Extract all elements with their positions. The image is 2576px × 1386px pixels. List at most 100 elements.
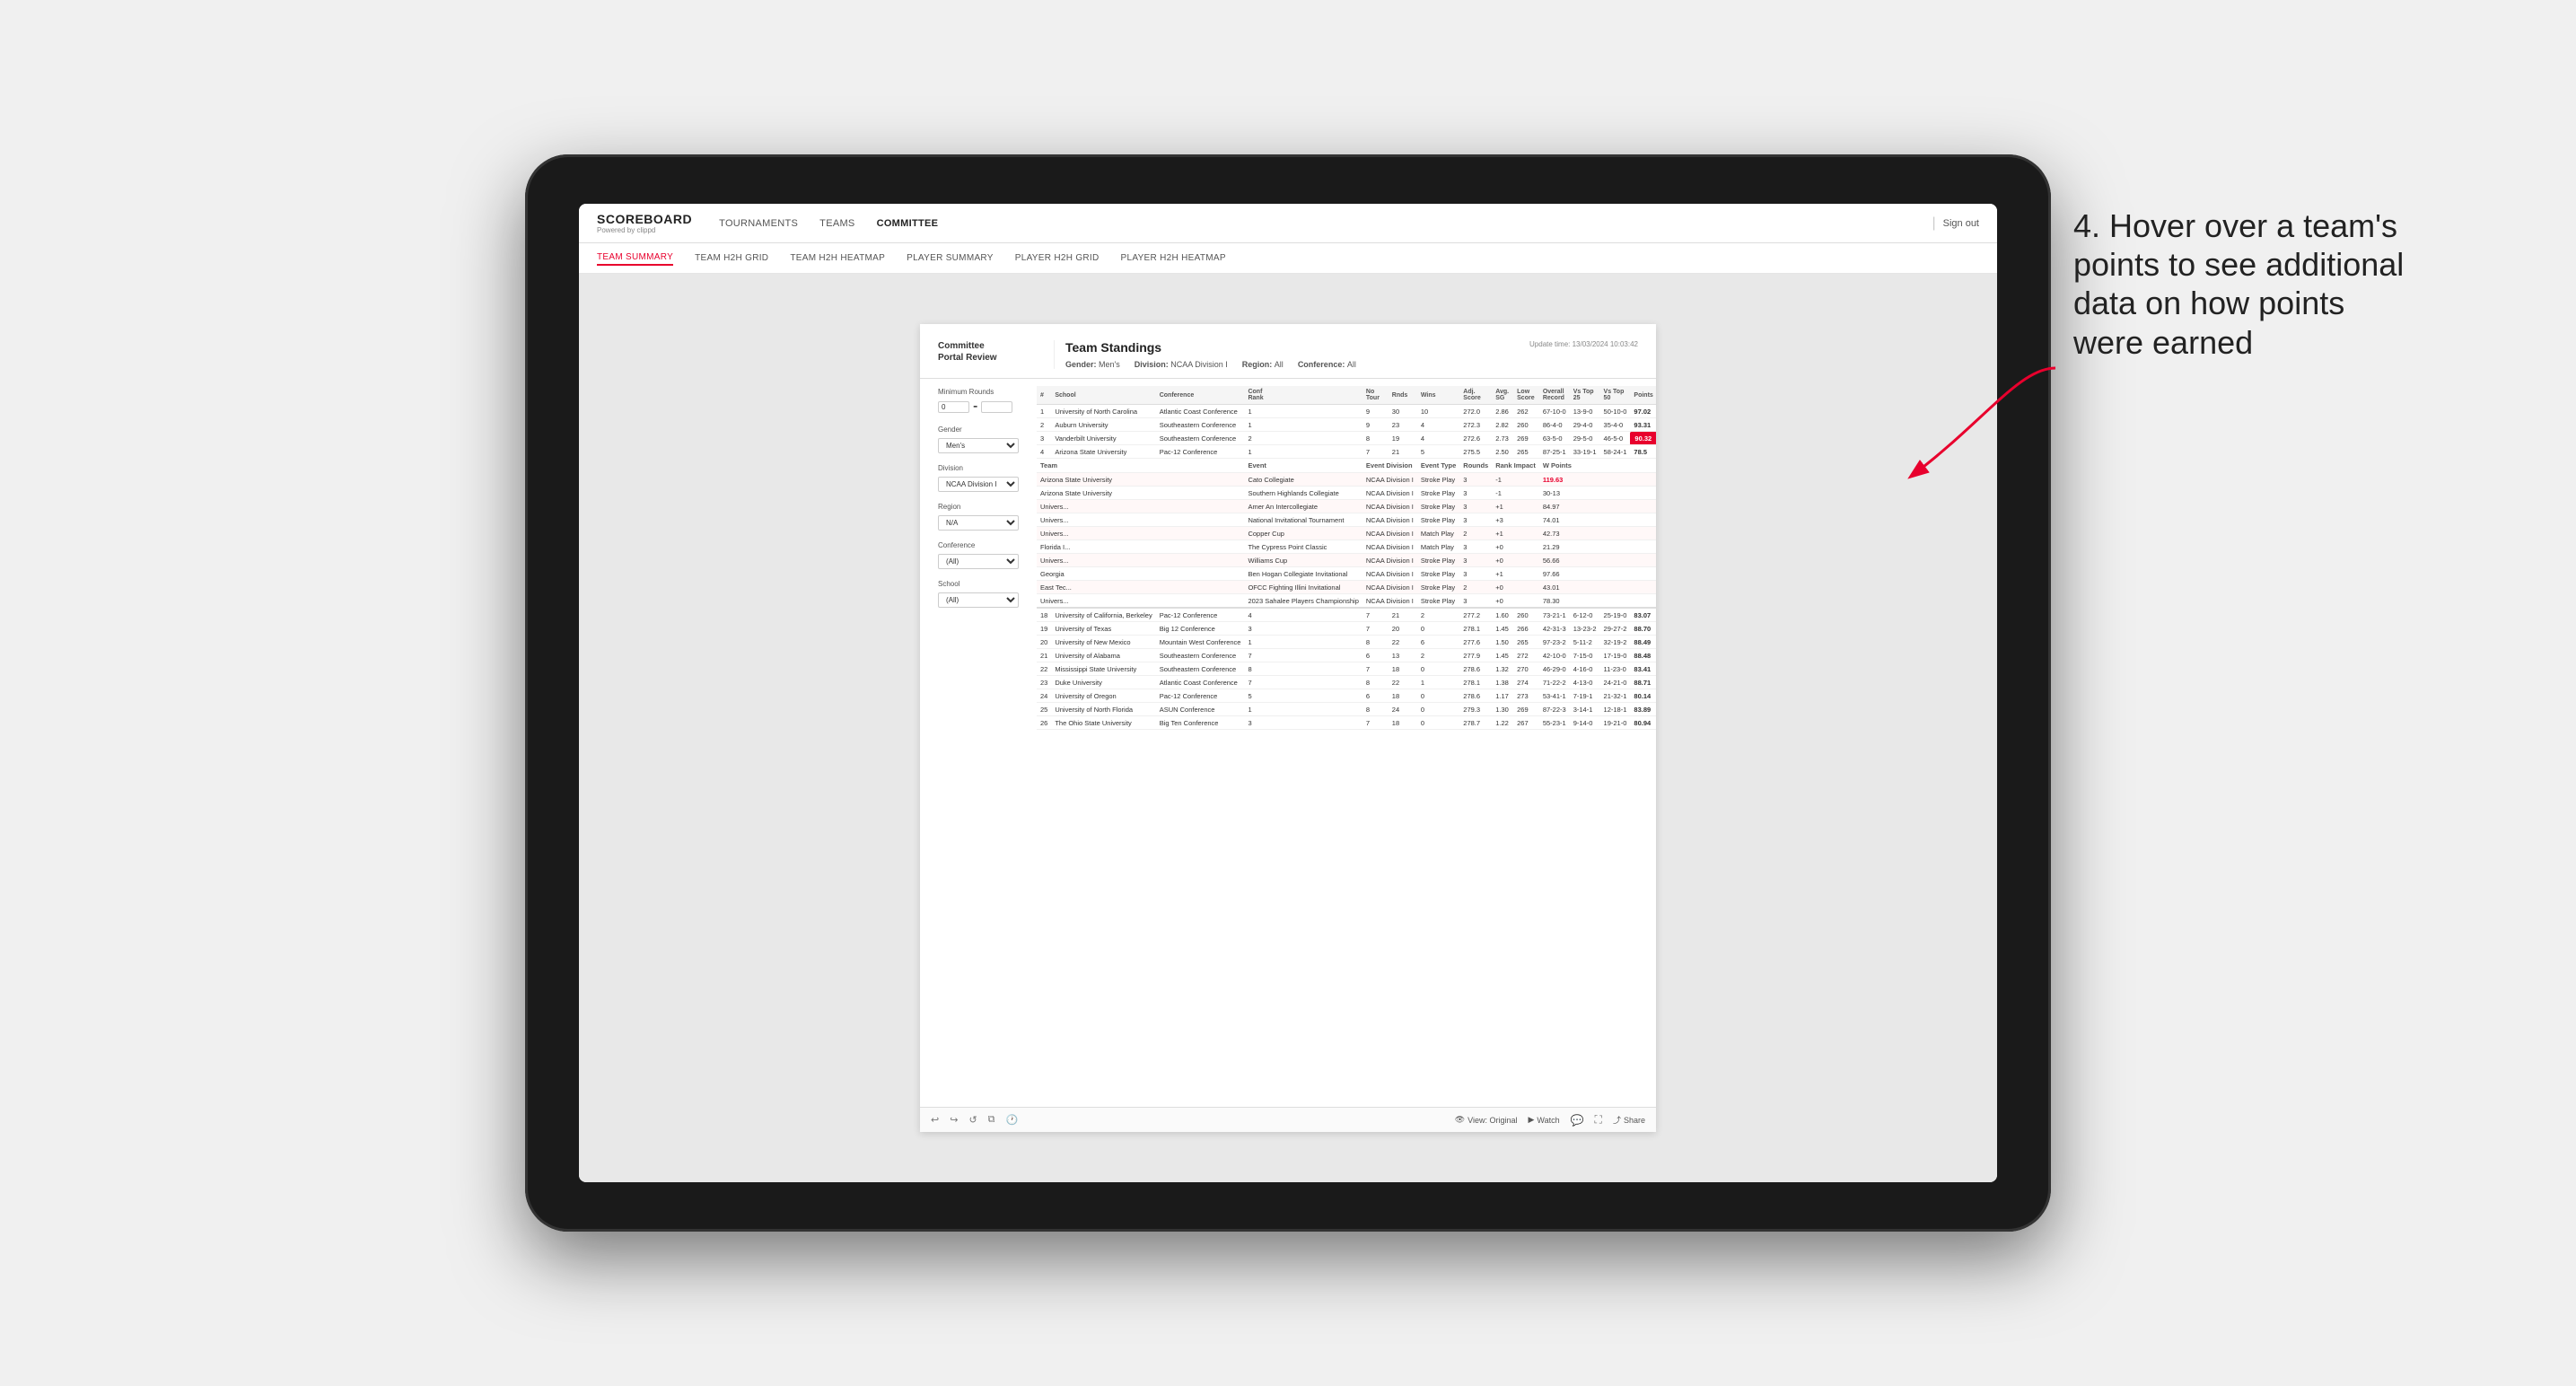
standings-title: Team Standings <box>1065 340 1529 355</box>
filter-conference: Conference: All <box>1298 360 1356 369</box>
col-adj-score: Adj.Score <box>1459 386 1492 405</box>
table-row[interactable]: 20 University of New Mexico Mountain Wes… <box>1037 636 1656 649</box>
table-row[interactable]: 21 University of Alabama Southeastern Co… <box>1037 649 1656 662</box>
reset-button[interactable]: ↺ <box>968 1114 977 1126</box>
table-area: # School Conference ConfRank NoTour Rnds… <box>1037 379 1656 1107</box>
tooltip-row: Florida I... The Cypress Point Classic N… <box>1037 540 1656 554</box>
nav-tournaments[interactable]: TOURNAMENTS <box>719 216 798 231</box>
sub-nav-player-h2h-heatmap[interactable]: PLAYER H2H HEATMAP <box>1121 251 1226 265</box>
table-row[interactable]: 2 Auburn University Southeastern Confere… <box>1037 418 1656 432</box>
nav-teams[interactable]: TEAMS <box>819 216 854 231</box>
undo-button[interactable]: ↩ <box>931 1114 939 1126</box>
report-left-panel: CommitteePortal Review <box>938 340 1055 369</box>
report-footer: ↩ ↪ ↺ ⧉ 🕐 👁 View: Original ▶ Watch <box>920 1107 1656 1132</box>
col-vs25: Vs Top25 <box>1570 386 1600 405</box>
division-label: Division <box>938 464 1026 472</box>
filter-region-section: Region N/A <box>938 503 1026 531</box>
min-rounds-to[interactable] <box>981 401 1012 413</box>
sign-out-button[interactable]: Sign out <box>1943 218 1979 229</box>
tooltip-row: Georgia Ben Hogan Collegiate Invitationa… <box>1037 567 1656 581</box>
report-page: CommitteePortal Review Team Standings Ge… <box>920 324 1656 1132</box>
col-wins: Wins <box>1417 386 1459 405</box>
filters-sidebar: Minimum Rounds - Gender Men's <box>920 379 1037 1107</box>
table-row[interactable]: 18 University of California, Berkeley Pa… <box>1037 608 1656 622</box>
watch-icon: ▶ <box>1529 1115 1535 1125</box>
annotation-text: 4. Hover over a team's points to see add… <box>2073 206 2414 362</box>
tooltip-row: Univers... Williams Cup NCAA Division I … <box>1037 554 1656 567</box>
conference-select[interactable]: (All) <box>938 554 1019 569</box>
tooltip-row: Arizona State University Southern Highla… <box>1037 487 1656 500</box>
annotation-container: 4. Hover over a team's points to see add… <box>2073 206 2414 362</box>
min-rounds-label: Minimum Rounds <box>938 388 1026 396</box>
gender-label: Gender <box>938 425 1026 434</box>
table-row[interactable]: 24 University of Oregon Pac-12 Conferenc… <box>1037 689 1656 703</box>
sub-nav-player-h2h-grid[interactable]: PLAYER H2H GRID <box>1015 251 1100 265</box>
main-content: CommitteePortal Review Team Standings Ge… <box>579 274 1997 1182</box>
table-row[interactable]: 3 Vanderbilt University Southeastern Con… <box>1037 432 1656 445</box>
nav-committee[interactable]: COMMITTEE <box>877 216 939 231</box>
school-select[interactable]: (All) <box>938 592 1019 608</box>
filters-row: Gender: Men's Division: NCAA Division I … <box>1065 360 1529 369</box>
table-row[interactable]: 1 University of North Carolina Atlantic … <box>1037 405 1656 418</box>
table-row[interactable]: 25 University of North Florida ASUN Conf… <box>1037 703 1656 716</box>
committee-portal-title: CommitteePortal Review <box>938 340 1043 364</box>
sub-nav-team-h2h-grid[interactable]: TEAM H2H GRID <box>695 251 768 265</box>
filter-gender: Gender: Men's <box>1065 360 1120 369</box>
sub-nav-player-summary[interactable]: PLAYER SUMMARY <box>907 251 994 265</box>
watch-button[interactable]: ▶ Watch <box>1529 1115 1560 1125</box>
sub-nav-team-summary[interactable]: TEAM SUMMARY <box>597 250 673 266</box>
division-select[interactable]: NCAA Division I <box>938 477 1019 492</box>
col-conference: Conference <box>1156 386 1245 405</box>
share-icon: ⤴ <box>1613 1114 1621 1126</box>
annotation-arrow <box>1840 350 2073 512</box>
tooltip-row: Univers... Copper Cup NCAA Division I Ma… <box>1037 527 1656 540</box>
min-rounds-range: - <box>938 399 1026 415</box>
table-row[interactable]: 23 Duke University Atlantic Coast Confer… <box>1037 676 1656 689</box>
tablet-device: SCOREBOARD Powered by clippd TOURNAMENTS… <box>525 154 2051 1232</box>
table-row[interactable]: 19 University of Texas Big 12 Conference… <box>1037 622 1656 636</box>
col-overall: OverallRecord <box>1539 386 1570 405</box>
tooltip-row: Univers... Amer An Intercollegiate NCAA … <box>1037 500 1656 513</box>
tooltip-row: East Tec... OFCC Fighting Illini Invitat… <box>1037 581 1656 594</box>
view-original-button[interactable]: 👁 View: Original <box>1455 1115 1518 1125</box>
region-select[interactable]: N/A <box>938 515 1019 531</box>
school-label: School <box>938 580 1026 588</box>
region-label: Region <box>938 503 1026 511</box>
logo-area: SCOREBOARD Powered by clippd <box>597 212 692 234</box>
col-school: School <box>1051 386 1155 405</box>
update-time: Update time: 13/03/2024 10:03:42 <box>1529 340 1638 369</box>
table-row[interactable]: 4 Arizona State University Pac-12 Confer… <box>1037 445 1656 459</box>
footer-icon-comment[interactable]: 💬 <box>1571 1114 1584 1127</box>
min-rounds-from[interactable] <box>938 401 969 413</box>
redo-button[interactable]: ↪ <box>950 1114 958 1126</box>
filter-division-section: Division NCAA Division I <box>938 464 1026 492</box>
nav-items: TOURNAMENTS TEAMS COMMITTEE <box>719 216 1924 231</box>
report-container: CommitteePortal Review Team Standings Ge… <box>579 274 1997 1182</box>
share-button[interactable]: ⤴ Share <box>1613 1114 1645 1126</box>
tooltip-row: Arizona State University Cato Collegiate… <box>1037 473 1656 487</box>
report-header: CommitteePortal Review Team Standings Ge… <box>920 324 1656 379</box>
info-button[interactable]: 🕐 <box>1006 1114 1019 1126</box>
col-rank: # <box>1037 386 1051 405</box>
nav-divider: | <box>1932 215 1935 232</box>
filter-conference-section: Conference (All) <box>938 541 1026 569</box>
conference-label: Conference <box>938 541 1026 549</box>
sub-nav: TEAM SUMMARY TEAM H2H GRID TEAM H2H HEAT… <box>579 243 1997 274</box>
table-row[interactable]: 22 Mississippi State University Southeas… <box>1037 662 1656 676</box>
eye-icon: 👁 <box>1455 1115 1465 1125</box>
filter-region: Region: All <box>1242 360 1284 369</box>
gender-select[interactable]: Men's <box>938 438 1019 453</box>
content-wrapper: Minimum Rounds - Gender Men's <box>920 379 1656 1107</box>
copy-button[interactable]: ⧉ <box>988 1114 995 1126</box>
col-no-tour: NoTour <box>1362 386 1389 405</box>
table-row[interactable]: 26 The Ohio State University Big Ten Con… <box>1037 716 1656 730</box>
tooltip-row: Univers... National Invitational Tournam… <box>1037 513 1656 527</box>
col-vs50: Vs Top50 <box>1600 386 1631 405</box>
sub-nav-team-h2h-heatmap[interactable]: TEAM H2H HEATMAP <box>790 251 885 265</box>
filter-school-section: School (All) <box>938 580 1026 608</box>
footer-icon-resize[interactable]: ⛶ <box>1595 1113 1602 1127</box>
nav-bar: SCOREBOARD Powered by clippd TOURNAMENTS… <box>579 204 1997 243</box>
tooltip-row: Univers... 2023 Sahalee Players Champion… <box>1037 594 1656 609</box>
table-row[interactable]: Team Event Event Division Event Type Rou… <box>1037 459 1656 473</box>
filter-gender-section: Gender Men's <box>938 425 1026 453</box>
